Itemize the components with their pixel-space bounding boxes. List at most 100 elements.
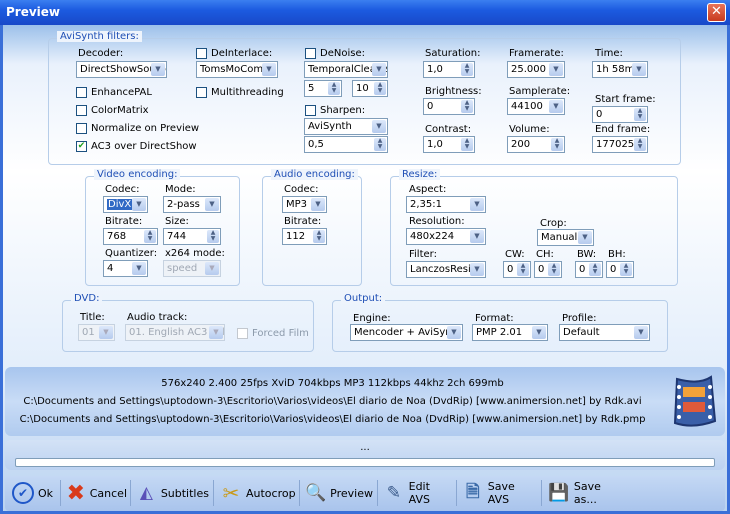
- chevron-down-icon: ▼: [151, 63, 165, 76]
- normalize-checkbox[interactable]: [76, 123, 87, 134]
- framerate-label: Framerate:: [509, 48, 564, 59]
- toolbar-separator: [213, 480, 214, 506]
- sharpen-select[interactable]: AviSynth ▼: [304, 118, 388, 135]
- audiotrack-select[interactable]: 01. English AC3 6ch ▼: [125, 324, 225, 341]
- contrast-spin[interactable]: 1,0 ▲ ▼: [423, 136, 475, 153]
- toolbar-separator: [130, 480, 131, 506]
- toolbar-separator: [377, 480, 378, 506]
- dvd-legend: DVD:: [71, 293, 103, 304]
- bw-spin[interactable]: 0 ▲ ▼: [575, 261, 603, 278]
- multithreading-label: Multithreading: [211, 87, 284, 98]
- forced-film-checkbox[interactable]: [237, 328, 248, 339]
- audio-encoding-legend: Audio encoding:: [271, 169, 358, 180]
- spin-arrows-icon: ▲ ▼: [461, 63, 473, 76]
- filter-select[interactable]: LanczosResize ▼: [406, 261, 486, 278]
- framerate-select[interactable]: 25.000 ▼: [507, 61, 565, 78]
- decoder-label: Decoder:: [78, 48, 124, 59]
- ch-label: CH:: [536, 249, 554, 260]
- save-avs-button[interactable]: 🗎 Save AVS: [459, 479, 539, 507]
- avisynth-legend: AviSynth filters:: [57, 31, 142, 42]
- brightness-label: Brightness:: [425, 86, 482, 97]
- chevron-down-icon: ▼: [549, 100, 563, 113]
- multithreading-checkbox[interactable]: [196, 87, 207, 98]
- audio-codec-select[interactable]: MP3 ▼: [282, 196, 327, 213]
- filter-label: Filter:: [409, 249, 437, 260]
- status-text: ...: [360, 442, 370, 453]
- subtitles-button[interactable]: ◭ Subtitles: [133, 479, 209, 507]
- size-spin[interactable]: 744 ▲ ▼: [163, 228, 221, 245]
- preview-button[interactable]: 🔍 Preview: [302, 479, 373, 507]
- sharpen-amount-spin[interactable]: 0,5 ▲ ▼: [304, 136, 388, 153]
- audiotrack-label: Audio track:: [127, 312, 188, 323]
- spin-arrows-icon: ▲ ▼: [517, 263, 529, 276]
- aspect-select[interactable]: 2,35:1 ▼: [406, 196, 486, 213]
- video-codec-label: Codec:: [105, 184, 140, 195]
- chevron-down-icon: ▼: [632, 63, 646, 76]
- mode-select[interactable]: 2-pass ▼: [163, 196, 221, 213]
- x264mode-label: x264 mode:: [165, 248, 225, 259]
- ac3-checkbox[interactable]: ✔: [76, 141, 87, 152]
- x264mode-select[interactable]: speed ▼: [163, 260, 221, 277]
- endframe-spin[interactable]: 177025 ▲ ▼: [592, 136, 648, 153]
- format-select[interactable]: PMP 2.01 ▼: [472, 324, 548, 341]
- floppy-disk-icon: 💾: [548, 483, 570, 503]
- toolbar: ✔ Ok ✖ Cancel ◭ Subtitles ✂ Autocrop 🔍 P…: [5, 476, 725, 511]
- resolution-select[interactable]: 480x224 ▼: [406, 228, 486, 245]
- quantizer-select[interactable]: 4 ▼: [103, 260, 148, 277]
- audio-bitrate-spin[interactable]: 112 ▲ ▼: [282, 228, 327, 245]
- saturation-spin[interactable]: 1,0 ▲ ▼: [423, 61, 475, 78]
- magnifier-icon: 🔍: [305, 483, 327, 503]
- chevron-down-icon: ▼: [470, 263, 484, 276]
- samplerate-select[interactable]: 44100 ▼: [507, 98, 565, 115]
- video-encoding-legend: Video encoding:: [94, 169, 181, 180]
- aspect-label: Aspect:: [409, 184, 447, 195]
- close-icon[interactable]: ✕: [707, 3, 726, 22]
- bh-label: BH:: [608, 249, 626, 260]
- volume-label: Volume:: [509, 124, 550, 135]
- bh-spin[interactable]: 0 ▲ ▼: [606, 261, 634, 278]
- autocrop-button[interactable]: ✂ Autocrop: [217, 479, 297, 507]
- chevron-down-icon: ▼: [470, 198, 484, 211]
- startframe-spin[interactable]: 0 ▲ ▼: [592, 106, 648, 123]
- audio-codec-label: Codec:: [284, 184, 319, 195]
- engine-select[interactable]: Mencoder + AviSynth ▼: [350, 324, 463, 341]
- denoise-checkbox[interactable]: [305, 48, 316, 59]
- deinterlace-checkbox[interactable]: [196, 48, 207, 59]
- ch-spin[interactable]: 0 ▲ ▼: [534, 261, 562, 278]
- denoise-spin-2[interactable]: 10 ▲ ▼: [352, 80, 388, 97]
- cancel-button[interactable]: ✖ Cancel: [63, 479, 127, 507]
- time-select[interactable]: 1h 58mn ▼: [592, 61, 648, 78]
- startframe-label: Start frame:: [595, 94, 656, 105]
- decoder-select[interactable]: DirectShowSource ▼: [76, 61, 167, 78]
- volume-spin[interactable]: 200 ▲ ▼: [507, 136, 565, 153]
- profile-label: Profile:: [562, 313, 597, 324]
- toolbar-separator: [541, 480, 542, 506]
- bw-label: BW:: [577, 249, 597, 260]
- brightness-spin[interactable]: 0 ▲ ▼: [423, 98, 475, 115]
- video-bitrate-spin[interactable]: 768 ▲ ▼: [103, 228, 158, 245]
- chevron-down-icon: ▼: [372, 63, 386, 76]
- save-as-button[interactable]: 💾 Save as...: [545, 479, 627, 507]
- scissors-icon: ✂: [222, 481, 240, 505]
- spin-arrows-icon: ▲ ▼: [589, 263, 601, 276]
- sharpen-checkbox[interactable]: [305, 105, 316, 116]
- toolbar-separator: [299, 480, 300, 506]
- denoise-spin-1[interactable]: 5 ▲ ▼: [304, 80, 342, 97]
- dvd-title-label: Title:: [80, 312, 105, 323]
- video-codec-select[interactable]: DivX ▼: [103, 196, 148, 213]
- sharpen-label: Sharpen:: [320, 105, 366, 116]
- ok-button[interactable]: ✔ Ok: [9, 479, 59, 507]
- enhancepal-checkbox[interactable]: [76, 87, 87, 98]
- crop-select[interactable]: Manual ▼: [537, 229, 594, 246]
- dvd-title-select[interactable]: 01 ▼: [78, 324, 115, 341]
- chevron-down-icon: ▼: [634, 326, 648, 339]
- denoise-select[interactable]: TemporalCleaner ▼: [304, 61, 388, 78]
- cw-spin[interactable]: 0 ▲ ▼: [503, 261, 531, 278]
- colormatrix-checkbox[interactable]: [76, 105, 87, 116]
- profile-select[interactable]: Default ▼: [559, 324, 650, 341]
- media-summary: 576x240 2.400 25fps XviD 704kbps MP3 112…: [161, 378, 504, 389]
- spin-arrows-icon: ▲ ▼: [313, 230, 325, 243]
- deinterlace-select[interactable]: TomsMoComp ▼: [196, 61, 278, 78]
- chevron-down-icon: ▼: [311, 198, 325, 211]
- edit-avs-button[interactable]: ✎ Edit AVS: [380, 479, 454, 507]
